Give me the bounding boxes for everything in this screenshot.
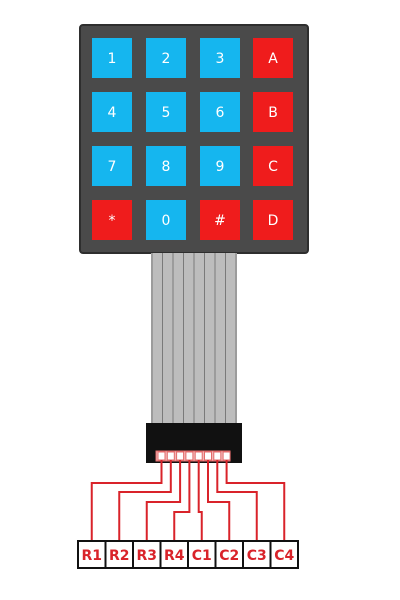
pin-label-text: C1 xyxy=(192,548,212,564)
key-3-4: C xyxy=(253,146,293,186)
pin-label-text: R1 xyxy=(81,548,102,564)
key-label: 6 xyxy=(216,105,225,121)
key-3-2: 8 xyxy=(146,146,186,186)
key-label: 1 xyxy=(108,51,117,67)
connector-pin xyxy=(176,451,185,461)
wire-c4 xyxy=(225,460,286,541)
connector-pin xyxy=(185,451,194,461)
pin-label-text: R2 xyxy=(109,548,130,564)
pin-label-text: C2 xyxy=(219,548,239,564)
pin-label-r1: R1 xyxy=(77,540,107,569)
connector-pin xyxy=(222,451,231,461)
key-label: 9 xyxy=(216,159,225,175)
pin-label-c1: C1 xyxy=(187,540,217,569)
wire-r4 xyxy=(173,460,191,541)
wire-r2 xyxy=(118,460,172,541)
key-label: A xyxy=(268,51,278,67)
connector-pin xyxy=(157,451,166,461)
key-label: D xyxy=(268,213,279,229)
key-3-1: 7 xyxy=(92,146,132,186)
pin-label-r2: R2 xyxy=(104,540,134,569)
key-1-1: 1 xyxy=(92,38,132,78)
key-4-1: * xyxy=(92,200,132,240)
connector-pin xyxy=(194,451,203,461)
key-label: * xyxy=(109,213,116,229)
key-label: 2 xyxy=(162,51,171,67)
keypad-wiring-diagram: 1 2 3 A 4 5 6 B 7 8 9 C * 0 # D R1 R2 R3 R4 C1 C2 C3 C4 xyxy=(77,24,309,569)
pin-wires xyxy=(90,460,286,541)
key-label: 5 xyxy=(162,105,171,121)
pin-label-text: R4 xyxy=(164,548,185,564)
key-label: B xyxy=(268,105,278,121)
key-1-3: 3 xyxy=(200,38,240,78)
pin-label-c4: C4 xyxy=(269,540,299,569)
connector-pins xyxy=(155,450,231,462)
pin-label-text: R3 xyxy=(136,548,157,564)
key-1-4: A xyxy=(253,38,293,78)
wire-c1 xyxy=(197,460,203,541)
pin-label-c3: C3 xyxy=(242,540,272,569)
key-1-2: 2 xyxy=(146,38,186,78)
key-4-2: 0 xyxy=(146,200,186,240)
pin-label-text: C3 xyxy=(247,548,267,564)
pin-label-r4: R4 xyxy=(159,540,189,569)
key-label: 8 xyxy=(162,159,171,175)
key-4-3: # xyxy=(200,200,240,240)
key-label: 7 xyxy=(108,159,117,175)
wire-c3 xyxy=(216,460,258,541)
pin-label-r3: R3 xyxy=(132,540,162,569)
key-2-4: B xyxy=(253,92,293,132)
key-label: 3 xyxy=(216,51,225,67)
pin-label-c2: C2 xyxy=(214,540,244,569)
key-2-3: 6 xyxy=(200,92,240,132)
key-label: # xyxy=(214,213,226,229)
ribbon-cable xyxy=(151,253,237,423)
wire-r1 xyxy=(90,460,163,541)
pin-labels: R1 R2 R3 R4 C1 C2 C3 C4 xyxy=(77,540,299,569)
key-label: 0 xyxy=(162,213,171,229)
connector-pin xyxy=(204,451,212,461)
key-2-2: 5 xyxy=(146,92,186,132)
key-2-1: 4 xyxy=(92,92,132,132)
connector-pin xyxy=(166,451,175,461)
key-4-4: D xyxy=(253,200,293,240)
connector-pin xyxy=(213,451,222,461)
key-3-3: 9 xyxy=(200,146,240,186)
key-label: C xyxy=(268,159,278,175)
key-label: 4 xyxy=(108,105,117,121)
pin-label-text: C4 xyxy=(274,548,294,564)
